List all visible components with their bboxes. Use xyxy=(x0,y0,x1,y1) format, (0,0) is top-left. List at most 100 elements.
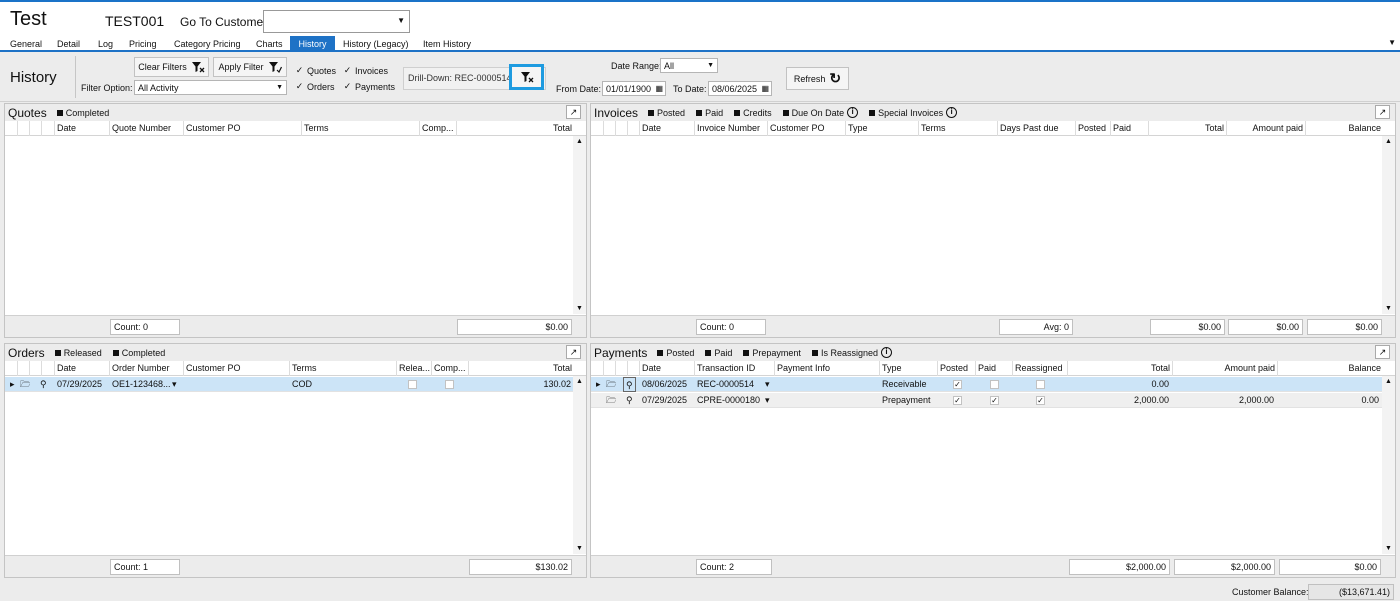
tab-pricing[interactable]: Pricing xyxy=(127,37,159,52)
column-header-date[interactable]: Date xyxy=(639,121,694,136)
column-header-terms[interactable]: Terms xyxy=(301,121,419,136)
completed-filter-toggle[interactable]: Completed xyxy=(112,348,165,358)
column-header-reassigned[interactable]: Reassigned xyxy=(1012,361,1067,376)
vertical-scrollbar[interactable]: ▲ ▼ xyxy=(573,376,586,554)
tab-charts[interactable]: Charts xyxy=(254,37,285,52)
date-range-select[interactable]: All ▼ xyxy=(660,58,718,73)
column-header-date[interactable]: Date xyxy=(54,361,109,376)
reassigned-checkbox[interactable] xyxy=(1034,377,1048,392)
goto-customer-select[interactable]: ▼ xyxy=(263,10,410,33)
info-icon[interactable]: i xyxy=(880,347,892,358)
column-header-payment-info[interactable]: Payment Info xyxy=(774,361,879,376)
row-expand-icon[interactable]: ▸ xyxy=(8,377,17,392)
expand-icon[interactable]: ↗ xyxy=(1375,105,1390,119)
column-header-completed[interactable]: Comp... xyxy=(419,121,456,136)
quotes-checkbox[interactable]: ✓ Quotes xyxy=(295,65,336,76)
clear-drill-down-button[interactable] xyxy=(509,64,544,90)
info-icon[interactable]: i xyxy=(847,107,859,118)
info-icon[interactable]: i xyxy=(946,107,958,118)
posted-checkbox[interactable]: ✓ xyxy=(951,377,965,392)
column-header-type[interactable]: Type xyxy=(845,121,918,136)
column-header-total[interactable]: Total xyxy=(1067,361,1172,376)
table-row[interactable]: 🗁 ⚲ 07/29/2025 CPRE-0000180 ▾ Prepayment… xyxy=(591,393,1382,408)
special-invoices-toggle[interactable]: Special Invoices i xyxy=(869,107,958,118)
column-header-date[interactable]: Date xyxy=(639,361,694,376)
expand-icon[interactable]: ↗ xyxy=(1375,345,1390,359)
expand-icon[interactable]: ↗ xyxy=(566,105,581,119)
clear-filters-button[interactable]: Clear Filters xyxy=(134,57,209,77)
folder-open-icon[interactable]: 🗁 xyxy=(604,393,616,408)
folder-open-icon[interactable]: 🗁 xyxy=(604,377,616,392)
column-header-balance[interactable]: Balance xyxy=(1277,361,1383,376)
posted-filter-toggle[interactable]: Posted xyxy=(657,348,694,358)
column-header-total[interactable]: Total xyxy=(1148,121,1226,136)
table-row[interactable]: ▸ 🗁 ⚲ 07/29/2025 OE1-123468... ▾ COD 130… xyxy=(5,377,573,392)
tab-history-legacy[interactable]: History (Legacy) xyxy=(341,37,411,52)
to-date-input[interactable]: 08/06/2025 ▦ xyxy=(708,81,772,96)
completed-filter-toggle[interactable]: Completed xyxy=(56,108,109,118)
column-header-transaction-id[interactable]: Transaction ID xyxy=(694,361,774,376)
due-on-date-filter-toggle[interactable]: Due On Date i xyxy=(782,107,859,118)
search-icon[interactable]: ⚲ xyxy=(623,377,636,392)
search-icon[interactable]: ⚲ xyxy=(624,393,636,408)
column-header-posted[interactable]: Posted xyxy=(1075,121,1110,136)
column-header-amount-paid[interactable]: Amount paid xyxy=(1172,361,1277,376)
tab-history[interactable]: History xyxy=(290,36,335,52)
table-row[interactable]: ▸ 🗁 ⚲ 08/06/2025 REC-0000514 ▾ Receivabl… xyxy=(591,377,1382,392)
column-header-terms[interactable]: Terms xyxy=(918,121,997,136)
paid-checkbox[interactable]: ✓ xyxy=(988,393,1002,408)
vertical-scrollbar[interactable]: ▲ ▼ xyxy=(1382,376,1395,554)
vertical-scrollbar[interactable]: ▲ ▼ xyxy=(1382,136,1395,314)
search-icon[interactable]: ⚲ xyxy=(38,377,50,392)
posted-filter-toggle[interactable]: Posted xyxy=(648,108,685,118)
paid-filter-toggle[interactable]: Paid xyxy=(705,348,732,358)
column-header-completed[interactable]: Comp... xyxy=(431,361,468,376)
chevron-down-icon[interactable]: ▾ xyxy=(763,377,773,392)
column-header-date[interactable]: Date xyxy=(54,121,109,136)
orders-checkbox[interactable]: ✓ Orders xyxy=(295,81,335,92)
calendar-icon[interactable]: ▦ xyxy=(761,82,769,96)
invoices-checkbox[interactable]: ✓ Invoices xyxy=(343,65,388,76)
completed-checkbox[interactable] xyxy=(443,377,458,392)
posted-checkbox[interactable]: ✓ xyxy=(951,393,965,408)
column-header-customer-po[interactable]: Customer PO xyxy=(767,121,845,136)
released-checkbox[interactable] xyxy=(406,377,421,392)
credits-filter-toggle[interactable]: Credits xyxy=(734,108,772,118)
column-header-total[interactable]: Total xyxy=(456,121,574,136)
row-expand-icon[interactable]: ▸ xyxy=(594,377,603,392)
paid-checkbox[interactable] xyxy=(988,377,1002,392)
column-header-balance[interactable]: Balance xyxy=(1305,121,1383,136)
column-header-days-past-due[interactable]: Days Past due xyxy=(997,121,1075,136)
chevron-down-icon[interactable]: ▾ xyxy=(763,393,773,408)
payments-checkbox[interactable]: ✓ Payments xyxy=(343,81,395,92)
column-header-paid[interactable]: Paid xyxy=(1110,121,1148,136)
column-header-posted[interactable]: Posted xyxy=(937,361,975,376)
folder-open-icon[interactable]: 🗁 xyxy=(18,377,30,392)
vertical-scrollbar[interactable]: ▲ ▼ xyxy=(573,136,586,314)
tab-detail[interactable]: Detail xyxy=(55,37,82,52)
column-header-customer-po[interactable]: Customer PO xyxy=(183,361,289,376)
column-header-paid[interactable]: Paid xyxy=(975,361,1012,376)
chevron-down-icon[interactable]: ▾ xyxy=(170,377,182,392)
released-filter-toggle[interactable]: Released xyxy=(54,348,102,358)
column-header-terms[interactable]: Terms xyxy=(289,361,396,376)
column-header-amount-paid[interactable]: Amount paid xyxy=(1226,121,1305,136)
filter-option-select[interactable]: All Activity ▼ xyxy=(134,80,287,95)
tabs-overflow-icon[interactable]: ▼ xyxy=(1388,38,1396,47)
paid-filter-toggle[interactable]: Paid xyxy=(696,108,723,118)
is-reassigned-filter-toggle[interactable]: Is Reassigned i xyxy=(811,347,892,358)
tab-log[interactable]: Log xyxy=(96,37,115,52)
prepayment-filter-toggle[interactable]: Prepayment xyxy=(743,348,801,358)
column-header-type[interactable]: Type xyxy=(879,361,937,376)
refresh-button[interactable]: Refresh ↻ xyxy=(786,67,849,90)
column-header-invoice-number[interactable]: Invoice Number xyxy=(694,121,767,136)
calendar-icon[interactable]: ▦ xyxy=(655,82,663,96)
expand-icon[interactable]: ↗ xyxy=(566,345,581,359)
tab-item-history[interactable]: Item History xyxy=(421,37,473,52)
reassigned-checkbox[interactable]: ✓ xyxy=(1034,393,1048,408)
tab-general[interactable]: General xyxy=(8,37,44,52)
column-header-order-number[interactable]: Order Number xyxy=(109,361,183,376)
column-header-total[interactable]: Total xyxy=(468,361,574,376)
tab-category-pricing[interactable]: Category Pricing xyxy=(172,37,243,52)
column-header-quote-number[interactable]: Quote Number xyxy=(109,121,183,136)
